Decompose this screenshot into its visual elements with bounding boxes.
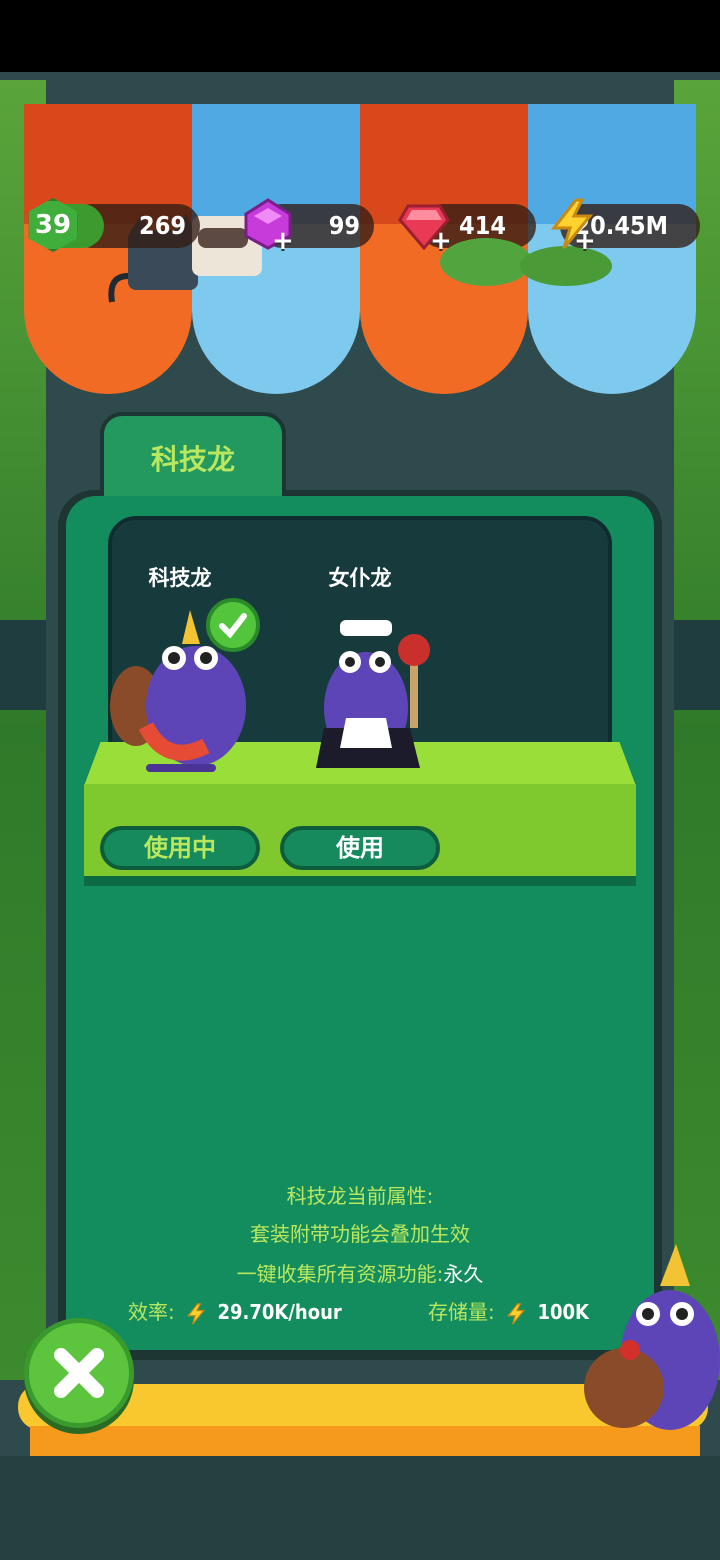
add-red-gem-icon[interactable]: + (430, 226, 452, 256)
using-button[interactable]: 使用中 (100, 826, 260, 870)
maid-dragon-character[interactable] (310, 618, 450, 778)
use-button[interactable]: 使用 (280, 826, 440, 870)
attribute-line-1: 套装附带功能会叠加生效 (250, 1222, 470, 1246)
level-hex-icon: 39 (28, 198, 78, 252)
panel-tab[interactable]: 科技龙 (100, 412, 286, 502)
character-name-maid-dragon: 女仆龙 (328, 566, 392, 590)
attribute-line-2-label: 一键收集所有资源功能: (236, 1262, 444, 1286)
purple-gem-value: 99 (328, 211, 360, 240)
xp-value: 269 (139, 211, 186, 240)
add-energy-icon[interactable]: + (574, 226, 596, 256)
add-purple-gem-icon[interactable]: + (272, 226, 294, 256)
level-badge[interactable]: 39 (26, 198, 80, 252)
corner-dragon-mascot (584, 1244, 720, 1430)
close-button[interactable] (24, 1318, 134, 1428)
status-bar (0, 0, 720, 72)
selected-check-icon (206, 598, 260, 652)
attribute-line-2-value: 永久 (443, 1262, 484, 1286)
storage-stat: 存储量: 100K (428, 1296, 589, 1327)
panel-tab-title: 科技龙 (150, 443, 235, 476)
efficiency-value: 29.70K/hour (217, 1300, 342, 1324)
lightning-icon (507, 1302, 526, 1325)
lightning-icon (187, 1302, 206, 1325)
character-name-tech-dragon: 科技龙 (148, 566, 212, 590)
attributes-title: 科技龙当前属性: (286, 1184, 434, 1208)
attribute-line-2: 一键收集所有资源功能:永久 (66, 1258, 654, 1287)
efficiency-label: 效率: (128, 1300, 175, 1324)
storage-label: 存储量: (428, 1300, 495, 1324)
close-icon (54, 1348, 104, 1398)
navigation-bar (0, 1456, 720, 1560)
platform-shadow (84, 876, 636, 886)
efficiency-stat: 效率: 29.70K/hour (128, 1296, 342, 1327)
